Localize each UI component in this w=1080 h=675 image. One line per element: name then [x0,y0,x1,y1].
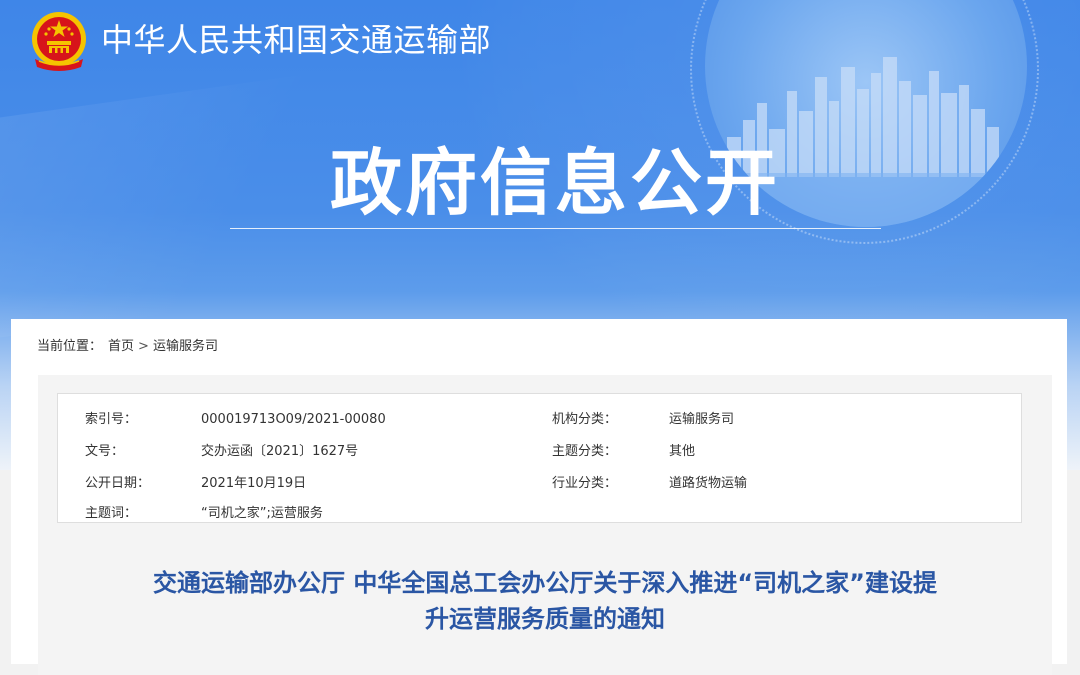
title-divider [230,228,881,229]
industry-label: 行业分类： [552,476,618,491]
breadcrumb-department-link[interactable]: 运输服务司 [153,338,218,356]
index-number-value: 000019713O09/2021-00080 [201,412,386,427]
document-title-line-1: 交通运输部办公厅 中华全国总工会办公厅关于深入推进“司机之家”建设提 [153,569,937,597]
keywords-label: 主题词： [85,506,138,521]
document-title: 交通运输部办公厅 中华全国总工会办公厅关于深入推进“司机之家”建设提 升运营服务… [38,565,1052,637]
document-number-label: 文号： [85,444,125,459]
document-metadata-table: 索引号： 000019713O09/2021-00080 机构分类： 运输服务司… [57,393,1022,523]
breadcrumb-label: 当前位置： [37,339,103,354]
organization-value: 运输服务司 [669,412,735,427]
industry-value: 道路货物运输 [669,476,748,491]
topic-value: 其他 [669,444,696,459]
breadcrumb-home-link[interactable]: 首页 [108,338,134,356]
section-title: 政府信息公开 [329,141,780,225]
keywords-value: “司机之家”;运营服务 [201,506,323,521]
publish-date-label: 公开日期： [85,476,151,491]
document-title-line-2: 升运营服务质量的通知 [425,605,665,633]
breadcrumb-separator: > [138,339,149,354]
article-panel: 索引号： 000019713O09/2021-00080 机构分类： 运输服务司… [38,375,1052,675]
national-emblem-icon [32,12,86,71]
document-number-value: 交办运函〔2021〕1627号 [201,444,359,459]
content-card: 当前位置： 首页 > 运输服务司 索引号： 000019713O09/2021-000… [11,319,1067,675]
organization-label: 机构分类： [552,412,618,427]
publish-date-value: 2021年10月19日 [201,476,307,491]
index-number-label: 索引号： [85,412,138,427]
topic-label: 主题分类： [552,444,618,459]
breadcrumb: 当前位置： 首页 > 运输服务司 [37,338,218,356]
site-name: 中华人民共和国交通运输部 [101,21,492,59]
